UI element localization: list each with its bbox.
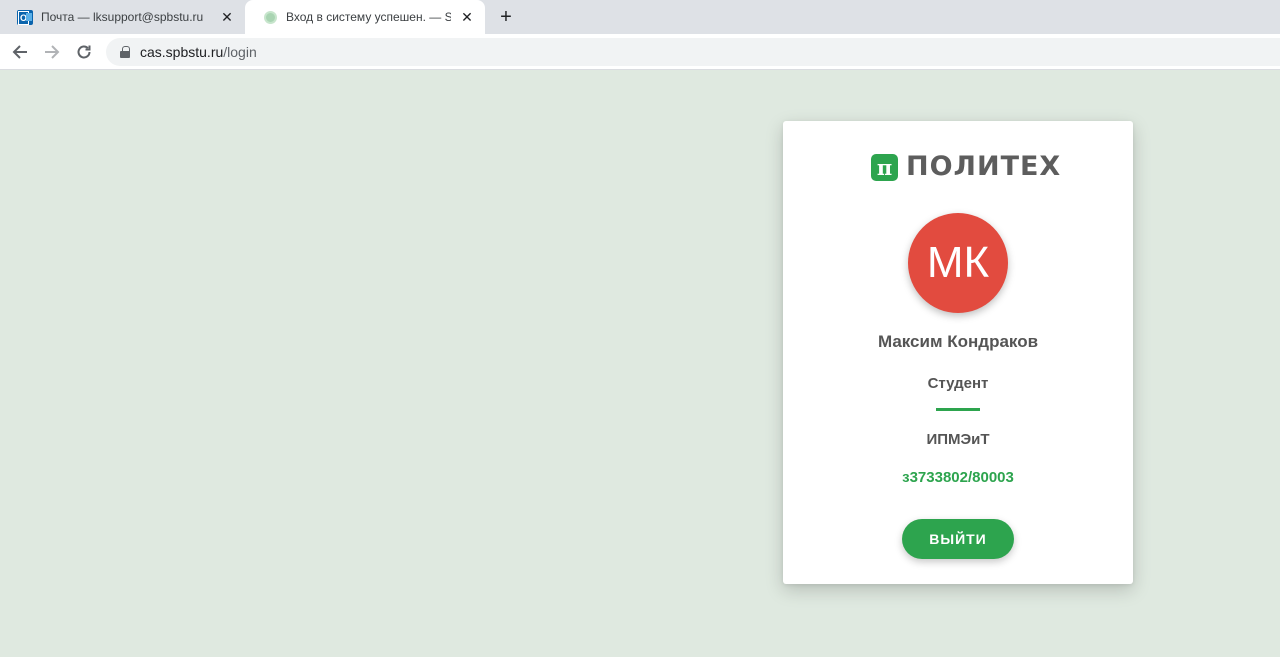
logout-button[interactable]: ВЫЙТИ — [902, 519, 1014, 559]
lock-icon[interactable] — [120, 46, 130, 58]
profile-card: π ПОЛИТЕХ МК Максим Кондраков Студент ИП… — [783, 121, 1133, 584]
tab-title: Почта — lksupport@spbstu.ru — [41, 10, 204, 24]
tab-strip: Почта — lksupport@spbstu.ru ✕ Вход в сис… — [0, 0, 1280, 34]
user-role: Студент — [927, 375, 989, 392]
avatar: МК — [908, 213, 1008, 313]
tab-title: Вход в систему успешен. — SSO — [286, 10, 451, 24]
user-name: Максим Кондраков — [877, 332, 1039, 351]
divider — [936, 408, 980, 411]
browser-toolbar: cas.spbstu.ru/login — [0, 34, 1280, 70]
forward-arrow-icon[interactable] — [42, 42, 62, 62]
tab-sso[interactable]: Вход в систему успешен. — SSO ✕ — [245, 0, 485, 34]
brand-logo: π ПОЛИТЕХ — [871, 153, 1061, 181]
reload-icon[interactable] — [74, 42, 94, 62]
user-group: з3733802/80003 — [902, 469, 1014, 486]
brand-name: ПОЛИТЕХ — [906, 151, 1062, 182]
url-host: cas.spbstu.ru — [140, 44, 224, 60]
back-arrow-icon[interactable] — [10, 42, 30, 62]
tab-mail[interactable]: Почта — lksupport@spbstu.ru ✕ — [0, 0, 245, 34]
site-favicon-icon — [262, 9, 278, 25]
close-icon[interactable]: ✕ — [219, 9, 235, 25]
address-bar[interactable]: cas.spbstu.ru/login — [106, 38, 1280, 66]
plus-icon[interactable]: + — [497, 7, 515, 27]
user-department: ИПМЭиТ — [926, 431, 990, 448]
polytech-logo-icon: π — [871, 153, 898, 181]
url-path: /login — [223, 44, 257, 60]
outlook-icon — [17, 9, 33, 25]
close-icon[interactable]: ✕ — [459, 9, 475, 25]
